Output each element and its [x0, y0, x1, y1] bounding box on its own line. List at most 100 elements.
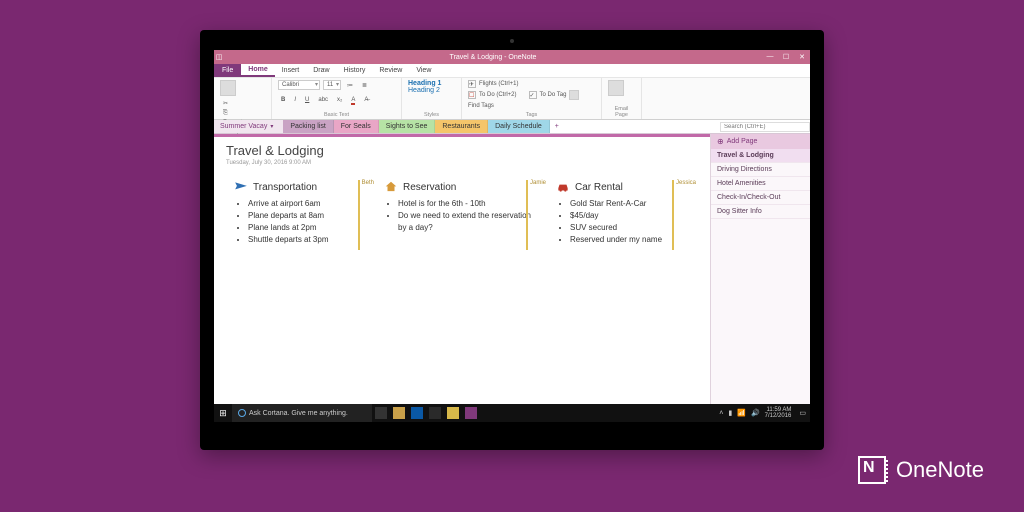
- page-title[interactable]: Travel & Lodging: [226, 143, 698, 158]
- list-item: Shuttle departs at 3pm: [248, 234, 368, 246]
- tab-view[interactable]: View: [409, 64, 438, 77]
- tab-file[interactable]: File: [214, 64, 241, 77]
- notebook-picker[interactable]: Summer Vacay: [214, 120, 283, 133]
- tablet-frame: ◫ Travel & Lodging - OneNote — ☐ ✕ File …: [200, 30, 824, 450]
- store-icon[interactable]: [429, 407, 441, 419]
- find-tags-icon[interactable]: [569, 90, 579, 100]
- house-icon: [384, 180, 398, 194]
- group-label: Styles: [408, 112, 455, 118]
- section-tab-sights[interactable]: Sights to See: [379, 120, 436, 133]
- group-styles: Heading 1 Heading 2 Styles: [402, 78, 462, 119]
- maximize-button[interactable]: ☐: [778, 53, 794, 61]
- strike-button[interactable]: abc: [315, 96, 331, 105]
- style-heading1[interactable]: Heading 1: [408, 80, 455, 87]
- clock[interactable]: 11:59 AM 7/12/2016: [765, 407, 795, 419]
- font-color-button[interactable]: A: [348, 96, 358, 105]
- onenote-logo-text: OneNote: [896, 457, 984, 483]
- system-tray: ˄ ▮ 📶 🔊 11:59 AM 7/12/2016 ▭: [715, 407, 810, 419]
- page-item[interactable]: Hotel Amenities: [711, 177, 810, 191]
- onenote-logo-icon: N: [858, 456, 886, 484]
- highlight-button[interactable]: x₂: [334, 96, 345, 105]
- section-tab-forseals[interactable]: For Seals: [334, 120, 379, 133]
- workspace: Travel & Lodging Tuesday, July 30, 2016 …: [214, 134, 810, 422]
- add-page-button[interactable]: Add Page: [711, 134, 810, 149]
- mail-icon[interactable]: [447, 407, 459, 419]
- group-email: Email Page: [602, 78, 642, 119]
- volume-icon[interactable]: 🔊: [751, 409, 760, 417]
- screen: ◫ Travel & Lodging - OneNote — ☐ ✕ File …: [214, 50, 810, 422]
- tab-home[interactable]: Home: [241, 64, 274, 77]
- block-reservation[interactable]: Reservation Hotel is for the 6th - 10th …: [376, 176, 548, 252]
- tab-draw[interactable]: Draw: [306, 64, 336, 77]
- page-item[interactable]: Check-In/Check-Out: [711, 191, 810, 205]
- page-item[interactable]: Driving Directions: [711, 163, 810, 177]
- todo-tag-label: To Do Tag: [540, 92, 567, 98]
- block-list: Gold Star Rent-A-Car $45/day SUV secured…: [556, 198, 690, 246]
- note-canvas[interactable]: Travel & Lodging Tuesday, July 30, 2016 …: [214, 134, 710, 422]
- section-tab-schedule[interactable]: Daily Schedule: [488, 120, 550, 133]
- author-tag: Jamie: [526, 180, 546, 250]
- tray-up-icon[interactable]: ˄: [719, 410, 723, 417]
- list-item: Hotel is for the 6th - 10th: [398, 198, 540, 210]
- section-tab-bar: Summer Vacay Packing list For Seals Sigh…: [214, 120, 810, 134]
- copy-button[interactable]: ⎘: [220, 109, 265, 118]
- group-tags: ✈ Flights (Ctrl+1) ☐ To Do (Ctrl+2) ✓ To…: [462, 78, 602, 119]
- email-page-icon[interactable]: [608, 80, 624, 96]
- wifi-icon[interactable]: 📶: [737, 409, 746, 417]
- tag-flight-icon[interactable]: ✈: [468, 80, 476, 88]
- taskview-icon[interactable]: [375, 407, 387, 419]
- author-tag: Jessica: [672, 180, 696, 250]
- italic-button[interactable]: I: [291, 96, 299, 105]
- cortana-icon: [238, 409, 246, 417]
- style-heading2[interactable]: Heading 2: [408, 87, 455, 94]
- cortana-search[interactable]: Ask Cortana. Give me anything.: [232, 404, 372, 422]
- cut-button[interactable]: ✂: [220, 99, 265, 108]
- group-label: Tags: [468, 112, 595, 118]
- font-size-select[interactable]: 11: [323, 80, 341, 90]
- block-heading: Reservation: [403, 182, 456, 193]
- tab-history[interactable]: History: [337, 64, 373, 77]
- edge-icon[interactable]: [411, 407, 423, 419]
- search-input[interactable]: [720, 122, 810, 132]
- underline-button[interactable]: U: [302, 96, 312, 105]
- block-heading: Car Rental: [575, 182, 623, 193]
- find-tags-label: Find Tags: [468, 103, 494, 109]
- tab-insert[interactable]: Insert: [275, 64, 307, 77]
- windows-taskbar: ⊞ Ask Cortana. Give me anything. ˄ ▮ 📶 🔊…: [214, 404, 810, 422]
- notifications-icon[interactable]: ▭: [799, 409, 806, 417]
- clear-format-button[interactable]: A̶: [361, 96, 371, 105]
- onenote-taskbar-icon[interactable]: [465, 407, 477, 419]
- tag-todo-label: To Do (Ctrl+2): [479, 92, 517, 98]
- add-section-button[interactable]: +: [550, 120, 564, 133]
- block-list: Arrive at airport 6am Plane departs at 8…: [234, 198, 368, 246]
- window-title: Travel & Lodging - OneNote: [224, 54, 762, 61]
- paste-icon[interactable]: [220, 80, 236, 96]
- window-titlebar: ◫ Travel & Lodging - OneNote — ☐ ✕: [214, 50, 810, 64]
- block-transportation[interactable]: Transportation Arrive at airport 6am Pla…: [226, 176, 376, 252]
- section-tab-restaurants[interactable]: Restaurants: [435, 120, 488, 133]
- battery-icon[interactable]: ▮: [728, 409, 732, 417]
- list-item: Arrive at airport 6am: [248, 198, 368, 210]
- plane-icon: [234, 180, 248, 194]
- list-item: Plane lands at 2pm: [248, 222, 368, 234]
- page-item[interactable]: Dog Sitter Info: [711, 205, 810, 219]
- cortana-placeholder: Ask Cortana. Give me anything.: [249, 410, 348, 417]
- section-tab-packing[interactable]: Packing list: [283, 120, 333, 133]
- numbering-button[interactable]: ≣: [359, 81, 370, 90]
- block-car-rental[interactable]: Car Rental Gold Star Rent-A-Car $45/day …: [548, 176, 698, 252]
- bold-button[interactable]: B: [278, 96, 288, 105]
- close-button[interactable]: ✕: [794, 53, 810, 61]
- email-page-label: Email Page: [608, 106, 635, 118]
- author-tag: Beth: [358, 180, 374, 250]
- tab-review[interactable]: Review: [372, 64, 409, 77]
- start-button[interactable]: ⊞: [214, 408, 232, 419]
- todo-tag-button[interactable]: ✓: [529, 91, 537, 99]
- minimize-button[interactable]: —: [762, 53, 778, 61]
- tag-todo-icon[interactable]: ☐: [468, 91, 476, 99]
- clock-date: 7/12/2016: [765, 413, 792, 419]
- font-family-select[interactable]: Calibri: [278, 80, 320, 90]
- tag-flight-label: Flights (Ctrl+1): [479, 81, 519, 87]
- bullets-button[interactable]: ≔: [344, 81, 356, 90]
- page-item[interactable]: Travel & Lodging: [711, 149, 810, 163]
- explorer-icon[interactable]: [393, 407, 405, 419]
